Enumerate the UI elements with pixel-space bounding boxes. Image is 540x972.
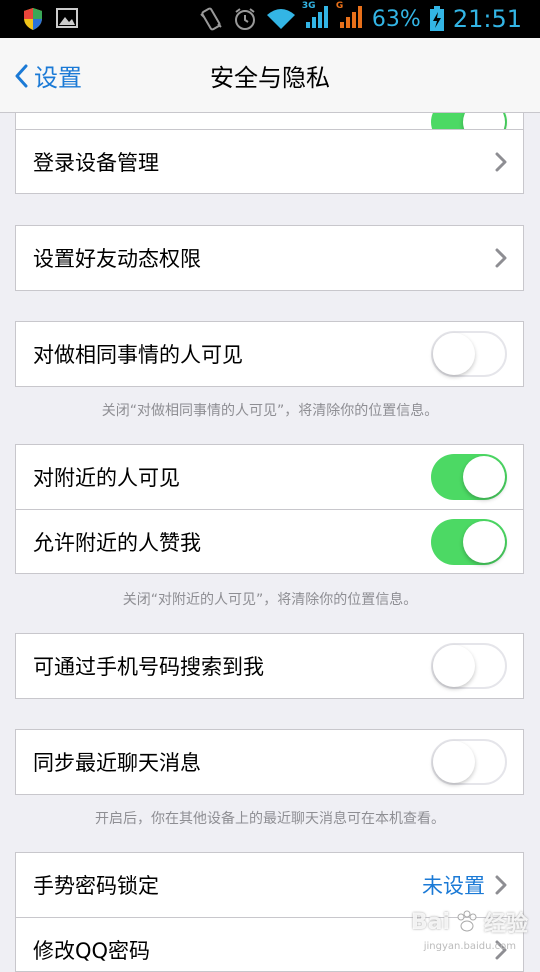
page-title: 安全与隐私: [210, 64, 330, 92]
watermark-url: jingyan.baidu.com: [423, 941, 516, 952]
sync-chat-label: 同步最近聊天消息: [33, 751, 201, 775]
image-icon: [56, 8, 78, 28]
nearby-like-toggle[interactable]: [431, 518, 507, 565]
toggle-knob: [433, 333, 475, 375]
nearby-visible-toggle[interactable]: [431, 454, 507, 500]
watermark-brand-suffix: 经验: [483, 912, 528, 937]
row-same-activity-visible: 对做相同事情的人可见: [16, 322, 523, 386]
partial-toggle[interactable]: [431, 113, 507, 129]
row-nearby-like: 允许附近的人赞我: [16, 509, 523, 573]
phone-search-label: 可通过手机号码搜索到我: [33, 655, 264, 679]
group-nearby: 对附近的人可见 允许附近的人赞我: [15, 444, 524, 574]
row-friend-feed-permission[interactable]: 设置好友动态权限: [16, 226, 523, 290]
watermark-brand: Bai: [410, 909, 450, 935]
phone-search-toggle[interactable]: [431, 643, 507, 689]
nearby-footnote: 关闭“对附近的人可见”，将清除你的位置信息。: [122, 592, 418, 608]
row-nearby-visible: 对附近的人可见: [16, 445, 523, 509]
partial-toggle-row: [16, 113, 523, 129]
clock: 21:51: [452, 5, 522, 33]
signal-g: G: [335, 1, 364, 34]
wifi-icon: [266, 9, 295, 29]
toggle-knob: [463, 456, 505, 498]
baidu-watermark: Bai 经验: [411, 906, 528, 938]
group-phone-search: 可通过手机号码搜索到我: [15, 633, 524, 699]
shield-icon: [24, 8, 42, 30]
toggle-knob: [463, 520, 505, 563]
row-device-management[interactable]: 登录设备管理: [16, 129, 523, 193]
gesture-lock-value: 未设置: [422, 874, 485, 898]
toggle-knob: [463, 113, 505, 129]
toggle-knob: [433, 645, 475, 687]
paw-icon: [457, 910, 477, 932]
vibrate-icon: [200, 7, 222, 31]
same-activity-visible-label: 对做相同事情的人可见: [33, 343, 243, 367]
nearby-like-label: 允许附近的人赞我: [33, 530, 201, 555]
network-3g-label: 3G: [301, 1, 316, 11]
change-password-label: 修改QQ密码: [33, 938, 151, 963]
friend-feed-permission-label: 设置好友动态权限: [33, 247, 201, 271]
status-bar: 3G G 63% 21:51: [0, 0, 540, 38]
row-phone-search: 可通过手机号码搜索到我: [16, 634, 523, 698]
navigation-bar: 设置 安全与隐私: [0, 38, 540, 113]
row-sync-chat: 同步最近聊天消息: [16, 730, 523, 794]
sync-chat-toggle[interactable]: [431, 739, 507, 785]
group-sync-chat: 同步最近聊天消息: [15, 729, 524, 795]
battery-percent: 63%: [371, 6, 421, 32]
toggle-knob: [433, 741, 475, 783]
group-same-activity: 对做相同事情的人可见: [15, 321, 524, 387]
chevron-right-icon: [495, 875, 507, 895]
group-friend-feed: 设置好友动态权限: [15, 225, 524, 291]
chevron-right-icon: [495, 248, 507, 268]
same-activity-visible-toggle[interactable]: [431, 331, 507, 377]
gesture-lock-label: 手势密码锁定: [33, 874, 159, 898]
alarm-icon: [234, 8, 255, 30]
sync-chat-footnote: 开启后，你在其他设备上的最近聊天消息可在本机查看。: [95, 811, 445, 827]
chevron-right-icon: [495, 152, 507, 171]
network-g-label: G: [335, 1, 344, 11]
device-management-label: 登录设备管理: [33, 150, 159, 175]
nearby-visible-label: 对附近的人可见: [33, 466, 180, 490]
signal-3g: 3G: [301, 1, 330, 34]
same-activity-footnote: 关闭“对做相同事情的人可见”，将清除你的位置信息。: [101, 403, 439, 419]
group-device: 登录设备管理: [15, 112, 524, 194]
battery-charging-icon: [429, 6, 444, 31]
